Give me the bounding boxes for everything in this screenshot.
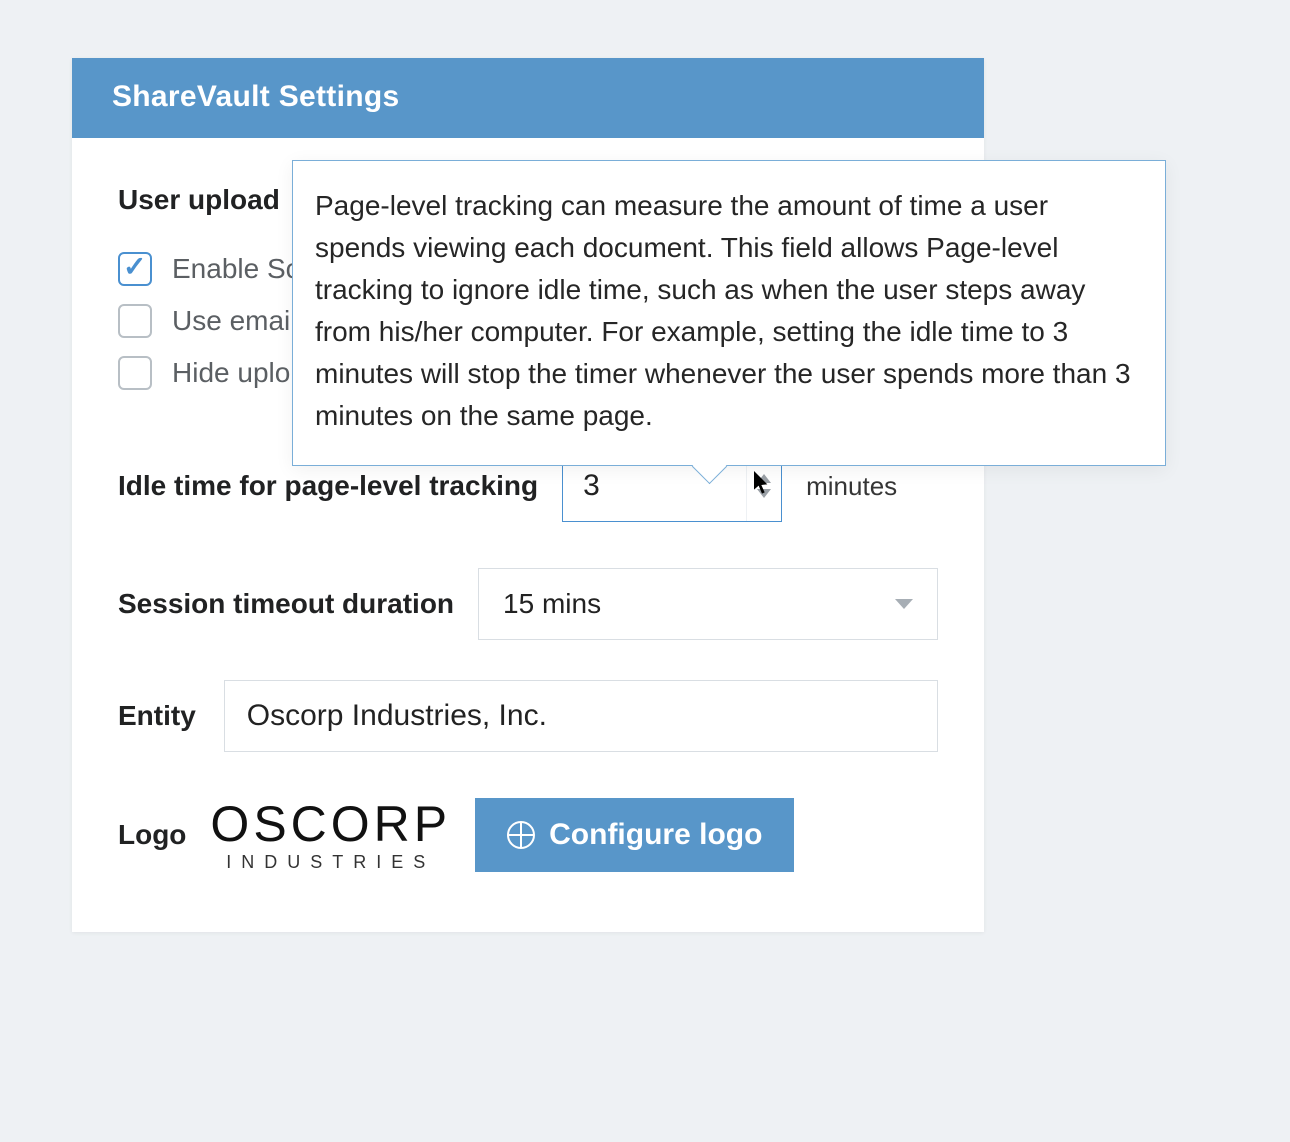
checkbox-use-email[interactable] xyxy=(118,304,152,338)
logo-label: Logo xyxy=(118,819,186,851)
session-timeout-select[interactable]: 15 mins xyxy=(478,568,938,640)
chevron-up-icon[interactable] xyxy=(757,474,771,483)
logo-mark-bottom: INDUSTRIES xyxy=(226,853,435,871)
entity-input[interactable] xyxy=(224,680,938,752)
session-timeout-label: Session timeout duration xyxy=(118,588,454,620)
checkbox-label-enable-screen-capture: Enable Sc xyxy=(172,253,300,285)
chevron-down-icon xyxy=(895,599,913,609)
entity-label: Entity xyxy=(118,700,196,732)
checkbox-enable-screen-capture[interactable] xyxy=(118,252,152,286)
panel-title: ShareVault Settings xyxy=(72,58,984,138)
tooltip-text: Page-level tracking can measure the amou… xyxy=(315,190,1131,431)
idle-time-tooltip: Page-level tracking can measure the amou… xyxy=(292,160,1166,466)
idle-time-unit: minutes xyxy=(806,471,897,502)
configure-logo-button-label: Configure logo xyxy=(549,818,762,852)
idle-time-label: Idle time for page-level tracking xyxy=(118,470,538,502)
globe-icon xyxy=(507,821,535,849)
entity-row: Entity xyxy=(118,680,938,752)
logo-mark-top: OSCORP xyxy=(210,799,451,849)
checkbox-label-use-email: Use emai xyxy=(172,305,290,337)
session-timeout-value: 15 mins xyxy=(503,588,601,620)
logo-image: OSCORP INDUSTRIES xyxy=(210,799,451,871)
configure-logo-button[interactable]: Configure logo xyxy=(475,798,794,872)
checkbox-label-hide-upload: Hide uplo xyxy=(172,357,290,389)
chevron-down-icon[interactable] xyxy=(757,489,771,498)
checkbox-hide-upload[interactable] xyxy=(118,356,152,390)
logo-row: Logo OSCORP INDUSTRIES Configure logo xyxy=(118,798,938,872)
idle-time-input[interactable] xyxy=(581,468,685,504)
session-timeout-row: Session timeout duration 15 mins xyxy=(118,568,938,640)
